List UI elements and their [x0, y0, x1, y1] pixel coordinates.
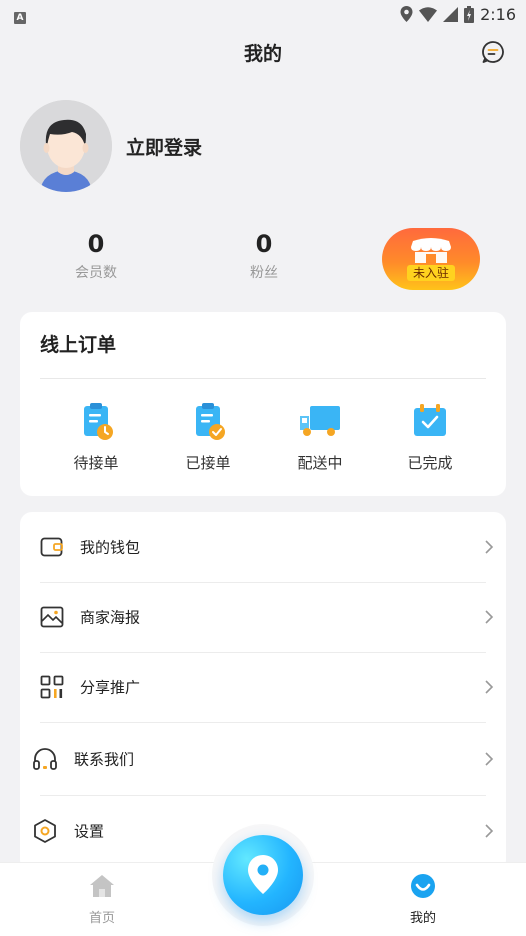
chevron-right-icon: [485, 752, 494, 766]
clipboard-clock-icon: [84, 403, 113, 440]
shop-status-label: 未入驻: [406, 265, 455, 281]
menu-item-contact-label: 联系我们: [74, 750, 135, 769]
nav-mine[interactable]: 我的: [383, 873, 463, 926]
battery-icon: [464, 5, 475, 23]
default-avatar-icon: [20, 100, 112, 192]
wallet-icon: [40, 537, 63, 557]
home-icon: [90, 875, 114, 897]
orders-divider: [40, 378, 486, 379]
signal-icon: [443, 6, 459, 22]
stat-fans-value: 0: [255, 230, 273, 258]
order-completed-label: 已完成: [407, 454, 453, 472]
menu-item-contact[interactable]: 联系我们: [20, 723, 506, 795]
shop-badge[interactable]: 未入驻: [382, 228, 480, 290]
chevron-right-icon: [485, 610, 494, 624]
clipboard-check-icon: [196, 403, 225, 440]
stat-fans[interactable]: 0 粉丝: [214, 228, 314, 282]
menu-item-settings-label: 设置: [74, 822, 105, 841]
nav-home[interactable]: 首页: [62, 873, 142, 926]
stat-members-label: 会员数: [75, 265, 117, 281]
menu-item-wallet-label: 我的钱包: [80, 538, 141, 557]
stat-members-value: 0: [87, 230, 105, 258]
stat-fans-label: 粉丝: [250, 265, 278, 281]
menu-item-poster-label: 商家海报: [80, 608, 141, 627]
settings-hex-icon: [34, 819, 56, 843]
menu-item-share-label: 分享推广: [80, 678, 141, 697]
location-pin-icon: [248, 855, 278, 894]
stats-row: 0 会员数 0 粉丝 未入驻: [0, 228, 526, 292]
qr-code-icon: [40, 675, 64, 699]
chevron-right-icon: [485, 540, 494, 554]
center-location-button[interactable]: [223, 835, 303, 915]
menu-item-poster[interactable]: 商家海报: [20, 582, 506, 652]
chat-bubble-icon: [482, 41, 504, 63]
order-accepted[interactable]: 已接单: [158, 400, 258, 473]
smile-circle-icon: [411, 874, 435, 898]
login-link[interactable]: 立即登录: [126, 133, 202, 160]
order-completed[interactable]: 已完成: [380, 400, 480, 473]
menu-item-wallet[interactable]: 我的钱包: [20, 512, 506, 582]
chevron-right-icon: [485, 680, 494, 694]
nav-home-label: 首页: [88, 911, 115, 926]
message-button[interactable]: [480, 39, 506, 65]
avatar[interactable]: [20, 100, 112, 192]
calendar-check-icon: [414, 404, 446, 436]
menu-card: 我的钱包 商家海报 分享推广 联系我们 设置: [20, 512, 506, 872]
status-right: 2:16: [400, 5, 516, 24]
wifi-icon: [419, 6, 438, 22]
delivery-truck-icon: [300, 406, 340, 436]
nav-mine-label: 我的: [409, 911, 436, 926]
orders-title: 线上订单: [40, 334, 117, 356]
header: 我的: [0, 28, 526, 76]
headset-icon: [33, 748, 57, 770]
notification-a-icon: A: [14, 11, 26, 24]
shop-icon: [411, 238, 451, 263]
order-delivering-label: 配送中: [297, 454, 343, 472]
location-status-icon: [400, 6, 413, 22]
page-title: 我的: [243, 42, 282, 65]
menu-item-share[interactable]: 分享推广: [20, 652, 506, 722]
profile-section[interactable]: 立即登录: [20, 100, 202, 192]
image-poster-icon: [40, 606, 64, 628]
order-pending-label: 待接单: [73, 454, 119, 472]
status-left: A: [14, 5, 26, 24]
chevron-right-icon: [485, 824, 494, 838]
stat-members[interactable]: 0 会员数: [46, 228, 146, 282]
order-pending[interactable]: 待接单: [46, 400, 146, 473]
status-time: 2:16: [480, 4, 516, 24]
order-delivering[interactable]: 配送中: [270, 400, 370, 473]
order-accepted-label: 已接单: [185, 454, 231, 472]
orders-card: 线上订单 待接单 已接单 配送中 已完成: [20, 312, 506, 496]
status-bar: A 2:16: [0, 0, 526, 28]
